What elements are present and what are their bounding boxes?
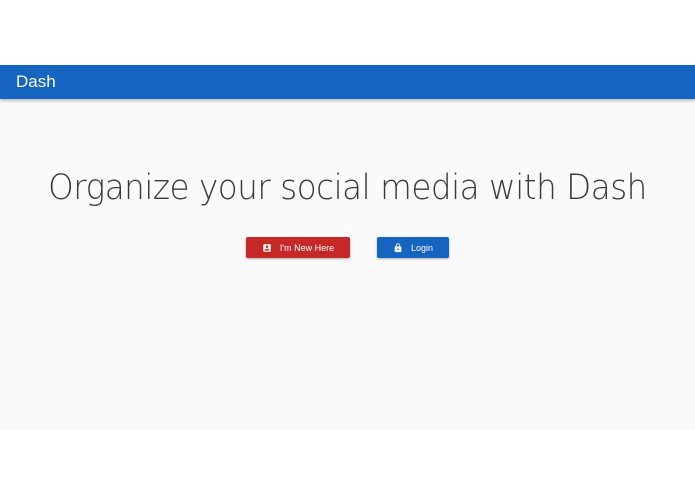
lock-icon [393, 242, 403, 253]
page: Dash Organize your social media with Das… [0, 0, 695, 494]
login-label: Login [410, 242, 434, 253]
login-button[interactable]: Login [377, 237, 449, 258]
app-title: Dash [16, 72, 56, 91]
main-content: Organize your social media with Dash I'm… [0, 99, 695, 429]
hero-headline: Organize your social media with Dash [48, 168, 647, 208]
account-box-icon [262, 243, 272, 253]
app-bar: Dash [0, 65, 695, 99]
new-here-button[interactable]: I'm New Here [246, 237, 350, 258]
new-here-label: I'm New Here [279, 242, 335, 253]
